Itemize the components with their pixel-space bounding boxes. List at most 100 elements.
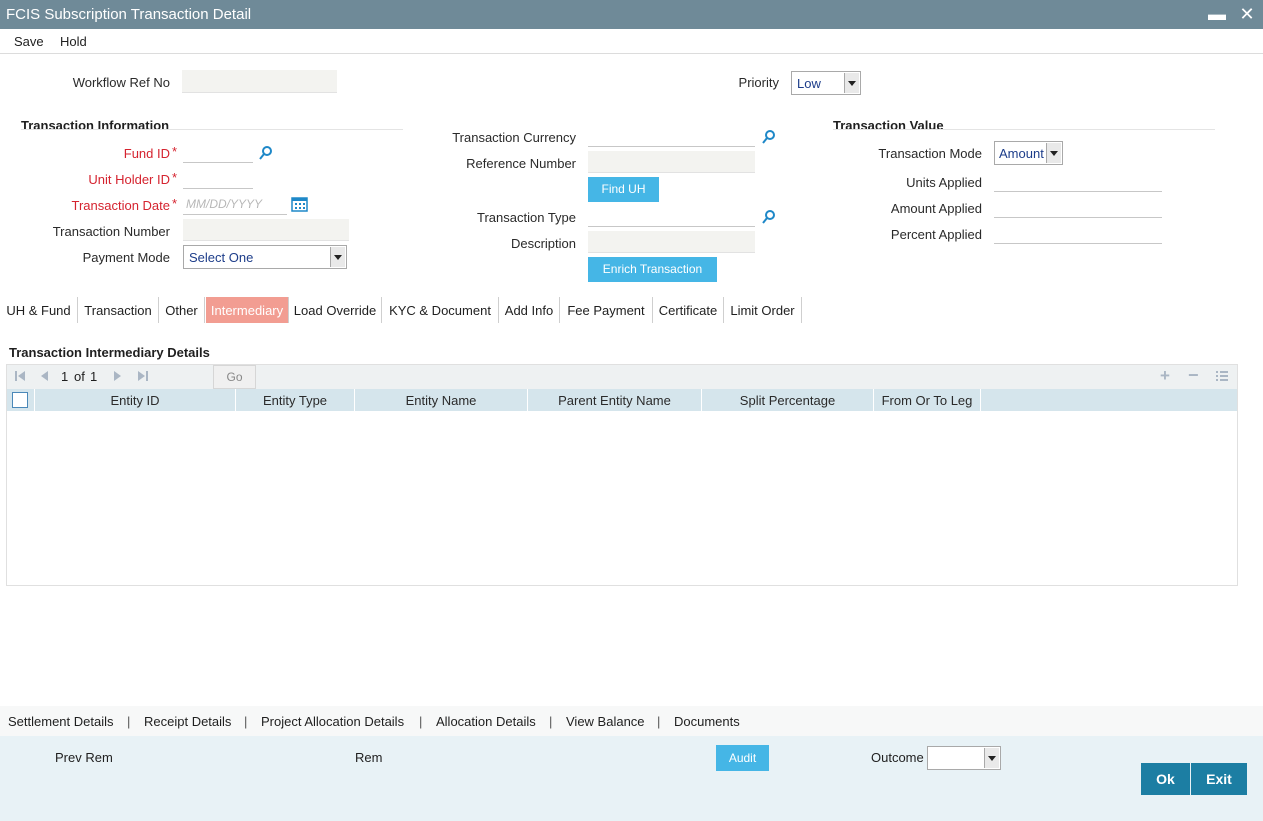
link-separator: | bbox=[549, 714, 553, 729]
priority-select[interactable]: Low bbox=[791, 71, 861, 95]
required-mark: * bbox=[172, 144, 178, 159]
calendar-icon[interactable] bbox=[291, 196, 308, 212]
tab-other[interactable]: Other bbox=[159, 297, 205, 323]
page-total: 1 bbox=[90, 369, 98, 384]
go-button[interactable]: Go bbox=[213, 365, 256, 389]
tab-uh-fund[interactable]: UH & Fund bbox=[0, 297, 78, 323]
percent-applied-label: Percent Applied bbox=[890, 227, 982, 242]
minimize-icon[interactable]: ▬ bbox=[1206, 2, 1228, 26]
transaction-mode-value: Amount bbox=[999, 146, 1044, 161]
transaction-date-label: Transaction Date bbox=[71, 198, 170, 213]
close-icon[interactable]: ✕ bbox=[1236, 2, 1258, 26]
column-header[interactable]: Entity Type bbox=[236, 389, 355, 411]
grid-pager: 1 of 1 Go + − bbox=[7, 365, 1237, 389]
description-field[interactable] bbox=[588, 231, 755, 253]
column-header[interactable]: Entity Name bbox=[355, 389, 528, 411]
search-icon[interactable] bbox=[761, 209, 777, 225]
tab-limit-order[interactable]: Limit Order bbox=[724, 297, 802, 323]
required-mark: * bbox=[172, 170, 178, 185]
delete-row-icon[interactable]: − bbox=[1188, 365, 1199, 386]
receipt-details-link[interactable]: Receipt Details bbox=[144, 714, 231, 729]
priority-value: Low bbox=[797, 76, 821, 91]
footer-links-bar: Settlement Details | Receipt Details | P… bbox=[0, 706, 1263, 736]
tab-transaction[interactable]: Transaction bbox=[78, 297, 159, 323]
units-applied-field[interactable] bbox=[994, 170, 1162, 192]
previous-page-icon[interactable] bbox=[37, 369, 51, 383]
exit-button[interactable]: Exit bbox=[1191, 763, 1247, 795]
project-allocation-details-link[interactable]: Project Allocation Details bbox=[261, 714, 404, 729]
allocation-details-link[interactable]: Allocation Details bbox=[436, 714, 536, 729]
workflow-ref-label: Workflow Ref No bbox=[72, 75, 170, 90]
unit-holder-id-field[interactable] bbox=[183, 167, 253, 189]
intermediary-grid: 1 of 1 Go + − Entity ID Entity Type Enti… bbox=[6, 364, 1238, 586]
audit-button[interactable]: Audit bbox=[716, 745, 769, 771]
tab-add-info[interactable]: Add Info bbox=[499, 297, 560, 323]
save-menu-item[interactable]: Save bbox=[14, 34, 44, 49]
add-row-icon[interactable]: + bbox=[1160, 366, 1170, 386]
payment-mode-value: Select One bbox=[189, 250, 254, 265]
next-page-icon[interactable] bbox=[111, 369, 125, 383]
transaction-mode-label: Transaction Mode bbox=[878, 146, 982, 161]
tab-kyc-document[interactable]: KYC & Document bbox=[382, 297, 499, 323]
transaction-mode-select[interactable]: Amount bbox=[994, 141, 1063, 165]
grid-title: Transaction Intermediary Details bbox=[9, 345, 210, 360]
fund-id-field[interactable] bbox=[183, 141, 253, 163]
tab-intermediary[interactable]: Intermediary bbox=[206, 297, 289, 323]
window-titlebar: FCIS Subscription Transaction Detail ▬ ✕ bbox=[0, 0, 1263, 29]
outcome-select[interactable] bbox=[927, 746, 1001, 770]
last-page-icon[interactable] bbox=[136, 369, 150, 383]
transaction-currency-label: Transaction Currency bbox=[452, 130, 576, 145]
link-separator: | bbox=[657, 714, 661, 729]
menu-bar: Save Hold bbox=[0, 29, 1263, 54]
footer-panel: Prev Rem Rem Audit Outcome Ok Exit bbox=[0, 736, 1263, 821]
prev-rem-label: Prev Rem bbox=[55, 750, 113, 765]
transaction-type-label: Transaction Type bbox=[477, 210, 576, 225]
transaction-value-title: Transaction Value bbox=[833, 118, 944, 133]
units-applied-label: Units Applied bbox=[906, 175, 982, 190]
page-of-label: of bbox=[74, 369, 85, 384]
column-header[interactable]: Parent Entity Name bbox=[528, 389, 702, 411]
settlement-details-link[interactable]: Settlement Details bbox=[8, 714, 114, 729]
payment-mode-select[interactable]: Select One bbox=[183, 245, 347, 269]
link-separator: | bbox=[127, 714, 131, 729]
list-view-icon[interactable] bbox=[1215, 369, 1229, 383]
transaction-date-field[interactable] bbox=[183, 193, 287, 215]
chevron-down-icon bbox=[1046, 143, 1061, 163]
transaction-number-field[interactable] bbox=[183, 219, 349, 241]
page-number-input[interactable] bbox=[171, 366, 213, 388]
rem-label: Rem bbox=[355, 750, 383, 765]
transaction-type-field[interactable] bbox=[588, 205, 755, 227]
transaction-number-label: Transaction Number bbox=[52, 224, 170, 239]
payment-mode-label: Payment Mode bbox=[82, 250, 170, 265]
description-label: Description bbox=[510, 236, 576, 251]
chevron-down-icon bbox=[330, 247, 345, 267]
view-balance-link[interactable]: View Balance bbox=[566, 714, 645, 729]
tab-certificate[interactable]: Certificate bbox=[653, 297, 724, 323]
column-header[interactable]: From Or To Leg bbox=[874, 389, 981, 411]
enrich-transaction-button[interactable]: Enrich Transaction bbox=[588, 257, 717, 282]
first-page-icon[interactable] bbox=[13, 369, 27, 383]
documents-link[interactable]: Documents bbox=[674, 714, 740, 729]
required-mark: * bbox=[172, 196, 178, 211]
column-header[interactable]: Entity ID bbox=[35, 389, 236, 411]
transaction-currency-field[interactable] bbox=[588, 125, 755, 147]
hold-menu-item[interactable]: Hold bbox=[60, 34, 87, 49]
search-icon[interactable] bbox=[258, 145, 274, 161]
select-all-cell bbox=[7, 389, 35, 411]
outcome-label: Outcome bbox=[871, 750, 924, 765]
workflow-ref-field[interactable] bbox=[182, 70, 337, 93]
column-header[interactable]: Split Percentage bbox=[702, 389, 874, 411]
search-icon[interactable] bbox=[761, 129, 777, 145]
amount-applied-field[interactable] bbox=[994, 196, 1162, 218]
priority-label: Priority bbox=[738, 75, 779, 90]
tab-fee-payment[interactable]: Fee Payment bbox=[560, 297, 653, 323]
ok-button[interactable]: Ok bbox=[1141, 763, 1190, 795]
percent-applied-field[interactable] bbox=[994, 222, 1162, 244]
select-all-checkbox[interactable] bbox=[12, 392, 28, 408]
reference-number-label: Reference Number bbox=[466, 156, 576, 171]
chevron-down-icon bbox=[844, 73, 859, 93]
reference-number-field[interactable] bbox=[588, 151, 755, 173]
grid-header-row: Entity ID Entity Type Entity Name Parent… bbox=[7, 389, 1237, 411]
find-uh-button[interactable]: Find UH bbox=[588, 177, 659, 202]
tab-load-override[interactable]: Load Override bbox=[289, 297, 382, 323]
